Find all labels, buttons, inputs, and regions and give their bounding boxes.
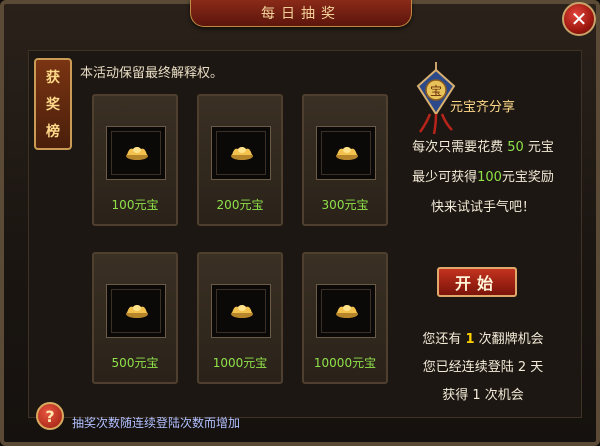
cost-suffix: 元宝: [527, 140, 554, 155]
cost-value: 50: [507, 140, 524, 155]
reward-well: [106, 126, 166, 180]
reward-amount: 500元宝: [111, 356, 159, 370]
try-luck-text: 快来试试手气吧！: [430, 200, 535, 215]
help-text: 抽奖次数随连续登陆次数而增加: [72, 416, 241, 430]
gold-ingot-icon: [336, 305, 358, 318]
reward-amount: 1000元宝: [212, 356, 268, 370]
reward-well: [211, 126, 271, 180]
reward-well: [316, 284, 376, 338]
reward-well: [316, 126, 376, 180]
reward-amount: 200元宝: [216, 198, 264, 212]
question-icon: ?: [45, 406, 55, 426]
gain-suffix: 元宝奖励: [501, 170, 554, 185]
notice-text: 本活动保留最终解释权。: [80, 66, 224, 81]
gold-ingot-icon: [231, 305, 253, 318]
close-button[interactable]: ✕: [562, 2, 596, 36]
obtained-text: 获得 1 次机会: [442, 388, 524, 403]
ranking-tab[interactable]: 获 奖 榜: [34, 58, 72, 150]
ranking-tab-char: 奖: [46, 96, 60, 113]
gold-ingot-icon: [336, 147, 358, 160]
gain-prefix: 最少可获得: [412, 170, 478, 185]
share-title: 元宝齐分享: [450, 100, 516, 115]
help-button[interactable]: ?: [36, 402, 64, 430]
close-icon: ✕: [570, 7, 588, 31]
start-button[interactable]: 开始: [437, 267, 517, 297]
remaining-prefix: 您还有: [422, 332, 462, 347]
gain-value: 100: [477, 170, 502, 185]
remaining-line: 您还有 1 次翻牌机会: [398, 328, 568, 347]
reward-card[interactable]: 1000元宝: [197, 252, 283, 384]
reward-well: [106, 284, 166, 338]
reward-amount: 300元宝: [321, 198, 369, 212]
reward-card[interactable]: 100元宝: [92, 94, 178, 226]
reward-card[interactable]: 10000元宝: [302, 252, 388, 384]
badge-char: 宝: [430, 84, 442, 98]
gold-ingot-icon: [231, 147, 253, 160]
remaining-value: 1: [465, 332, 475, 347]
ranking-tab-char: 获: [46, 70, 60, 87]
cost-line: 每次只需要花费 50 元宝: [398, 136, 568, 155]
cost-prefix: 每次只需要花费: [412, 140, 504, 155]
reward-amount: 100元宝: [111, 198, 159, 212]
reward-card[interactable]: 500元宝: [92, 252, 178, 384]
reward-card[interactable]: 200元宝: [197, 94, 283, 226]
reward-card[interactable]: 300元宝: [302, 94, 388, 226]
gold-ingot-icon: [126, 305, 148, 318]
ranking-tab-char: 榜: [46, 123, 60, 140]
login-days-text: 您已经连续登陆 2 天: [422, 360, 544, 375]
reward-well: [211, 284, 271, 338]
window-title: 每日抽奖: [190, 0, 412, 27]
gold-ingot-icon: [126, 147, 148, 160]
gain-line: 最少可获得100元宝奖励: [398, 166, 568, 185]
reward-amount: 10000元宝: [313, 356, 377, 370]
remaining-suffix: 次翻牌机会: [478, 332, 544, 347]
